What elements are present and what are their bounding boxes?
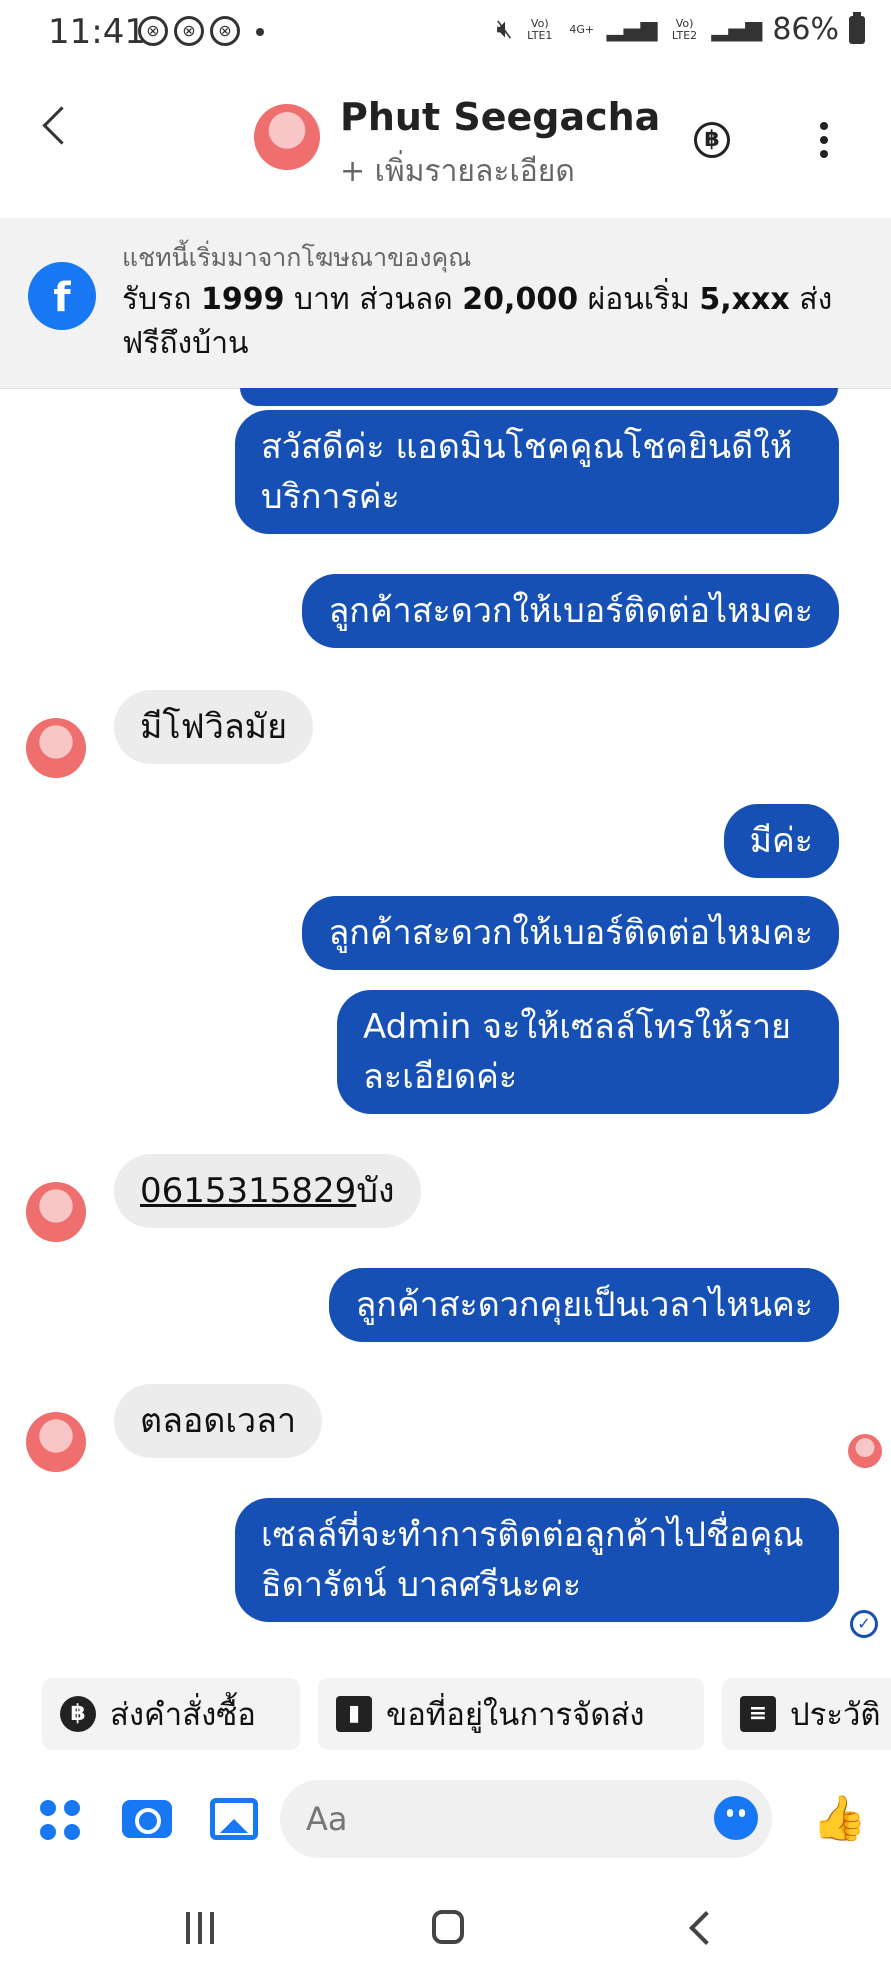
message-outgoing[interactable]: ลูกค้าสะดวกคุยเป็นเวลาไหนคะ	[329, 1268, 839, 1342]
phone-number-link[interactable]: 0615315829	[140, 1171, 356, 1211]
contact-avatar-small[interactable]	[26, 1412, 86, 1472]
partial-message-bubble	[240, 388, 838, 406]
mute-icon: 🔇︎	[496, 14, 513, 44]
seen-avatar	[848, 1434, 882, 1468]
battery-percent: 86%	[772, 12, 839, 47]
quick-reply-history[interactable]: ≡ ประวัติ	[722, 1678, 891, 1750]
more-options-icon[interactable]	[820, 122, 828, 158]
message-outgoing[interactable]: Admin จะให้เซลล์โทรให้รายละเอียดค่ะ	[337, 990, 839, 1114]
signal-icon: ▂▄▆	[606, 17, 658, 42]
status-right: 🔇︎ Vo) LTE1 4G+ ▂▄▆ Vo) LTE2 ▂▄▆ 86%	[496, 11, 865, 47]
like-icon[interactable]: 👍	[812, 1792, 867, 1844]
status-time: 11:41	[48, 12, 146, 52]
signal-icon: ▂▄▆	[711, 17, 763, 42]
emoji-icon[interactable]	[714, 1796, 758, 1840]
message-incoming[interactable]: มีโฟวิลมัย	[114, 690, 314, 764]
message-outgoing[interactable]: ลูกค้าสะดวกให้เบอร์ติดต่อไหมคะ	[302, 574, 839, 648]
more-notifications-dot	[256, 28, 264, 36]
quick-reply-send-order[interactable]: ฿ ส่งคำสั่งซื้อ	[42, 1678, 300, 1750]
home-icon[interactable]	[432, 1910, 464, 1944]
network-lte1-label: Vo) LTE1	[527, 16, 553, 42]
contact-avatar[interactable]	[254, 104, 320, 170]
map-icon: ▮	[336, 1696, 372, 1732]
banner-subtitle: แชทนี้เริ่มมาจากโฆษณาของคุณ	[122, 243, 472, 272]
add-detail-link[interactable]: + เพิ่มรายละเอียด	[340, 148, 575, 195]
message-outgoing[interactable]: มีค่ะ	[723, 804, 839, 878]
facebook-icon: f	[28, 262, 96, 330]
network-4g-label: 4G+	[569, 22, 595, 36]
apps-grid-icon[interactable]	[40, 1800, 80, 1840]
contact-avatar-small[interactable]	[26, 718, 86, 778]
quick-reply-request-address[interactable]: ▮ ขอที่อยู่ในการจัดส่ง	[318, 1678, 704, 1750]
network-lte2-label: Vo) LTE2	[671, 16, 698, 42]
list-icon: ≡	[740, 1696, 776, 1732]
notification-icons: ⊗ ⊗ ⊗	[138, 16, 264, 46]
battery-icon	[849, 11, 865, 44]
message-incoming[interactable]: ตลอดเวลา	[114, 1384, 323, 1458]
notification-icon: ⊗	[210, 16, 240, 46]
message-incoming[interactable]: 0615315829บัง	[114, 1154, 421, 1228]
gallery-icon[interactable]	[210, 1798, 258, 1840]
camera-icon[interactable]	[122, 1800, 172, 1838]
contact-avatar-small[interactable]	[26, 1182, 86, 1242]
contact-name[interactable]: Phut Seegacha	[340, 95, 660, 139]
notification-icon: ⊗	[138, 16, 168, 46]
recent-apps-icon[interactable]	[186, 1912, 220, 1944]
baht-payment-icon[interactable]: ฿	[694, 122, 730, 158]
status-bar: 11:41 ⊗ ⊗ ⊗ 🔇︎ Vo) LTE1 4G+ ▂▄▆ Vo) LTE2…	[0, 0, 891, 66]
message-input[interactable]	[280, 1780, 772, 1858]
nav-back-icon[interactable]	[689, 1911, 723, 1945]
message-outgoing[interactable]: สวัสดีค่ะ แอดมินโชคคูณโชคยินดีให้บริการค…	[235, 410, 839, 534]
notification-icon: ⊗	[174, 16, 204, 46]
message-outgoing[interactable]: ลูกค้าสะดวกให้เบอร์ติดต่อไหมคะ	[302, 896, 839, 970]
baht-icon: ฿	[60, 1696, 96, 1732]
sent-check-icon: ✓	[850, 1610, 878, 1638]
banner-ad-text: รับรถ 1999 บาท ส่วนลด 20,000 ผ่อนเริ่ม 5…	[122, 282, 833, 361]
message-outgoing[interactable]: เซลล์ที่จะทำการติดต่อลูกค้าไปชื่อคุณธิดา…	[235, 1498, 839, 1622]
